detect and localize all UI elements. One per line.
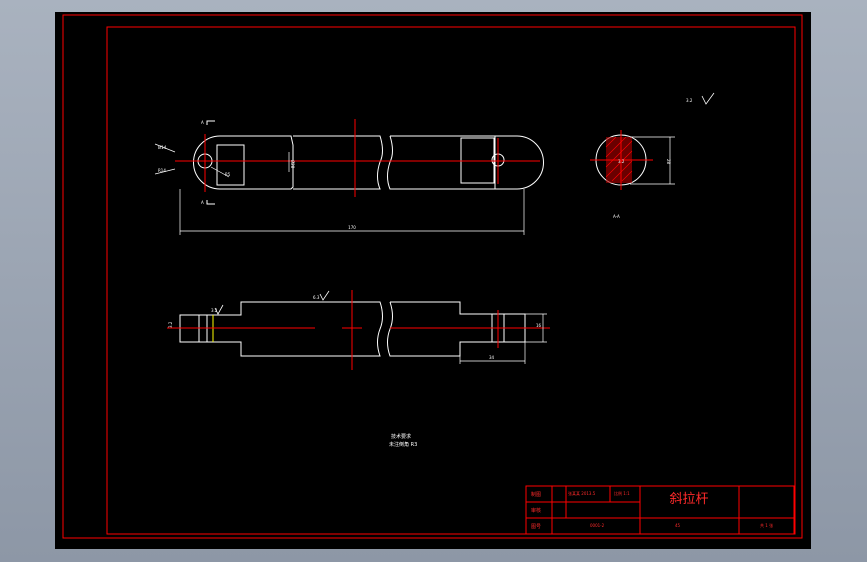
end-radius-label: R14: [158, 168, 166, 173]
designer-label: 制图: [531, 491, 541, 498]
section-view: 28 A-A 3.2: [590, 130, 675, 219]
front-view: [193, 135, 544, 190]
tech-note-title: 技术要求: [391, 433, 411, 440]
section-mark-bottom: A: [201, 200, 204, 205]
front-left-pocket: [216, 144, 245, 186]
outer-frame: [62, 14, 803, 539]
bottom-thickness-label: 16: [536, 323, 542, 328]
tech-note-body: 未注倒角 R3: [389, 441, 417, 448]
rough-top-label: 6.3: [313, 295, 320, 300]
rough-section-label: 3.2: [618, 159, 625, 164]
section-label: A-A: [613, 214, 620, 219]
drawing-no-label: 图号: [531, 524, 541, 530]
front-right-end: [495, 135, 544, 190]
title-block: [525, 485, 795, 535]
section-mark-top: A: [201, 120, 204, 125]
sheet-count: 共 1 张: [760, 522, 773, 528]
section-height-label: 28: [666, 159, 671, 165]
front-body-right: [387, 135, 496, 190]
designer-name: 张某某 2013.5: [568, 490, 596, 496]
rough-top-symbol: [319, 290, 330, 301]
global-roughness: 3.2: [686, 92, 715, 105]
drawing-sheet: 170 Ø14 R14 R5 Ø28 A A 28 A-A 3.2 3.2 16…: [55, 12, 811, 549]
overall-length-label: 170: [348, 225, 356, 230]
section-cut-marks: [206, 120, 215, 205]
scale-label: 比例 1:1: [614, 490, 630, 496]
drawing-no: 0001-2: [590, 523, 605, 528]
check-label: 审核: [531, 507, 541, 514]
inner-frame: [106, 26, 796, 535]
shoulder-length-label: 34: [489, 355, 495, 360]
front-body-left: [293, 135, 383, 190]
roughness-global-label: 3.2: [686, 98, 693, 103]
body-height-label: Ø28: [290, 160, 295, 169]
rough-left-label: 3.2: [168, 321, 173, 328]
front-left-end: [193, 135, 294, 190]
cad-drawing: 170 Ø14 R14 R5 Ø28 A A 28 A-A 3.2 3.2 16…: [62, 14, 803, 539]
material: 45: [675, 523, 681, 528]
part-title: 斜拉杆: [669, 492, 708, 507]
corner-radius-label: R5: [225, 172, 231, 177]
hole-dia-label: Ø14: [158, 145, 167, 150]
